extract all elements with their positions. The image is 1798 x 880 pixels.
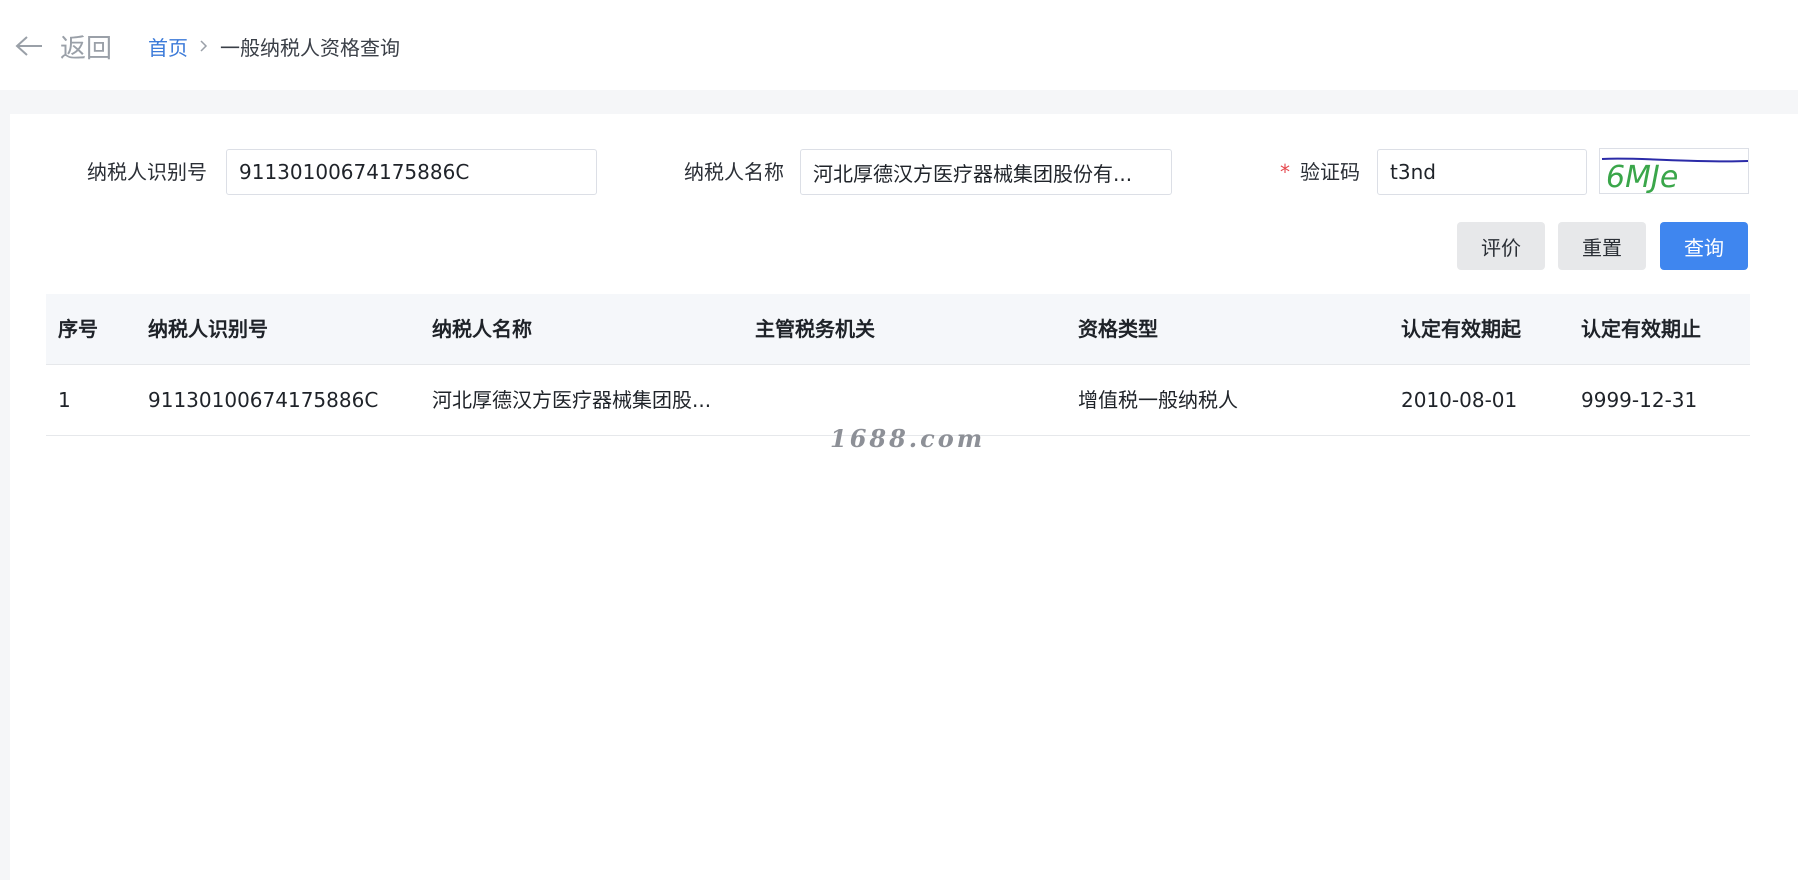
captcha-image[interactable]: 6MJe — [1599, 148, 1749, 194]
captcha-label: 验证码 — [1300, 160, 1360, 184]
watermark: 1688.com — [830, 424, 986, 453]
required-mark: * — [1280, 160, 1290, 184]
evaluate-button[interactable]: 评价 — [1457, 222, 1545, 270]
cell-taxpayer-id: 91130100674175886C — [148, 388, 379, 412]
column-header-taxpayer-id: 纳税人识别号 — [148, 317, 268, 341]
captcha-input[interactable] — [1377, 149, 1587, 195]
reset-button[interactable]: 重置 — [1558, 222, 1646, 270]
table-header: 序号 纳税人识别号 纳税人名称 主管税务机关 资格类型 认定有效期起 认定有效期… — [46, 294, 1750, 365]
taxpayer-name-label: 纳税人名称 — [684, 160, 784, 184]
cell-valid-from: 2010-08-01 — [1401, 388, 1518, 412]
cell-qualification-type: 增值税一般纳税人 — [1078, 388, 1238, 412]
cell-taxpayer-name: 河北厚德汉方医疗器械集团股... — [432, 388, 712, 412]
column-header-tax-authority: 主管税务机关 — [755, 317, 875, 341]
top-bar: 返回 首页 一般纳税人资格查询 — [0, 0, 1798, 90]
breadcrumb-home-link[interactable]: 首页 — [148, 32, 188, 61]
breadcrumb: 首页 一般纳税人资格查询 — [148, 30, 400, 62]
column-header-valid-to: 认定有效期止 — [1581, 317, 1701, 341]
breadcrumb-current: 一般纳税人资格查询 — [220, 35, 400, 60]
arrow-left-icon — [14, 34, 44, 58]
query-card: 纳税人识别号 纳税人名称 * 验证码 6MJe 评价 重置 查询 序号 纳税人识别… — [10, 114, 1798, 880]
column-header-taxpayer-name: 纳税人名称 — [432, 317, 532, 341]
column-header-valid-from: 认定有效期起 — [1401, 317, 1521, 341]
cell-valid-to: 9999-12-31 — [1581, 388, 1698, 412]
captcha-label-group: * 验证码 — [1280, 148, 1360, 196]
query-button[interactable]: 查询 — [1660, 222, 1748, 270]
column-header-qualification-type: 资格类型 — [1078, 317, 1158, 341]
chevron-right-icon — [200, 40, 208, 52]
results-table: 序号 纳税人识别号 纳税人名称 主管税务机关 资格类型 认定有效期起 认定有效期… — [46, 294, 1750, 436]
captcha-image-text: 6MJe — [1606, 160, 1678, 194]
taxpayer-name-input[interactable] — [800, 149, 1172, 195]
back-label: 返回 — [60, 33, 113, 64]
taxpayer-id-input[interactable] — [226, 149, 597, 195]
taxpayer-id-label: 纳税人识别号 — [87, 160, 207, 184]
cell-index: 1 — [58, 388, 71, 412]
column-header-index: 序号 — [58, 317, 98, 341]
back-button[interactable]: 返回 — [14, 26, 112, 66]
